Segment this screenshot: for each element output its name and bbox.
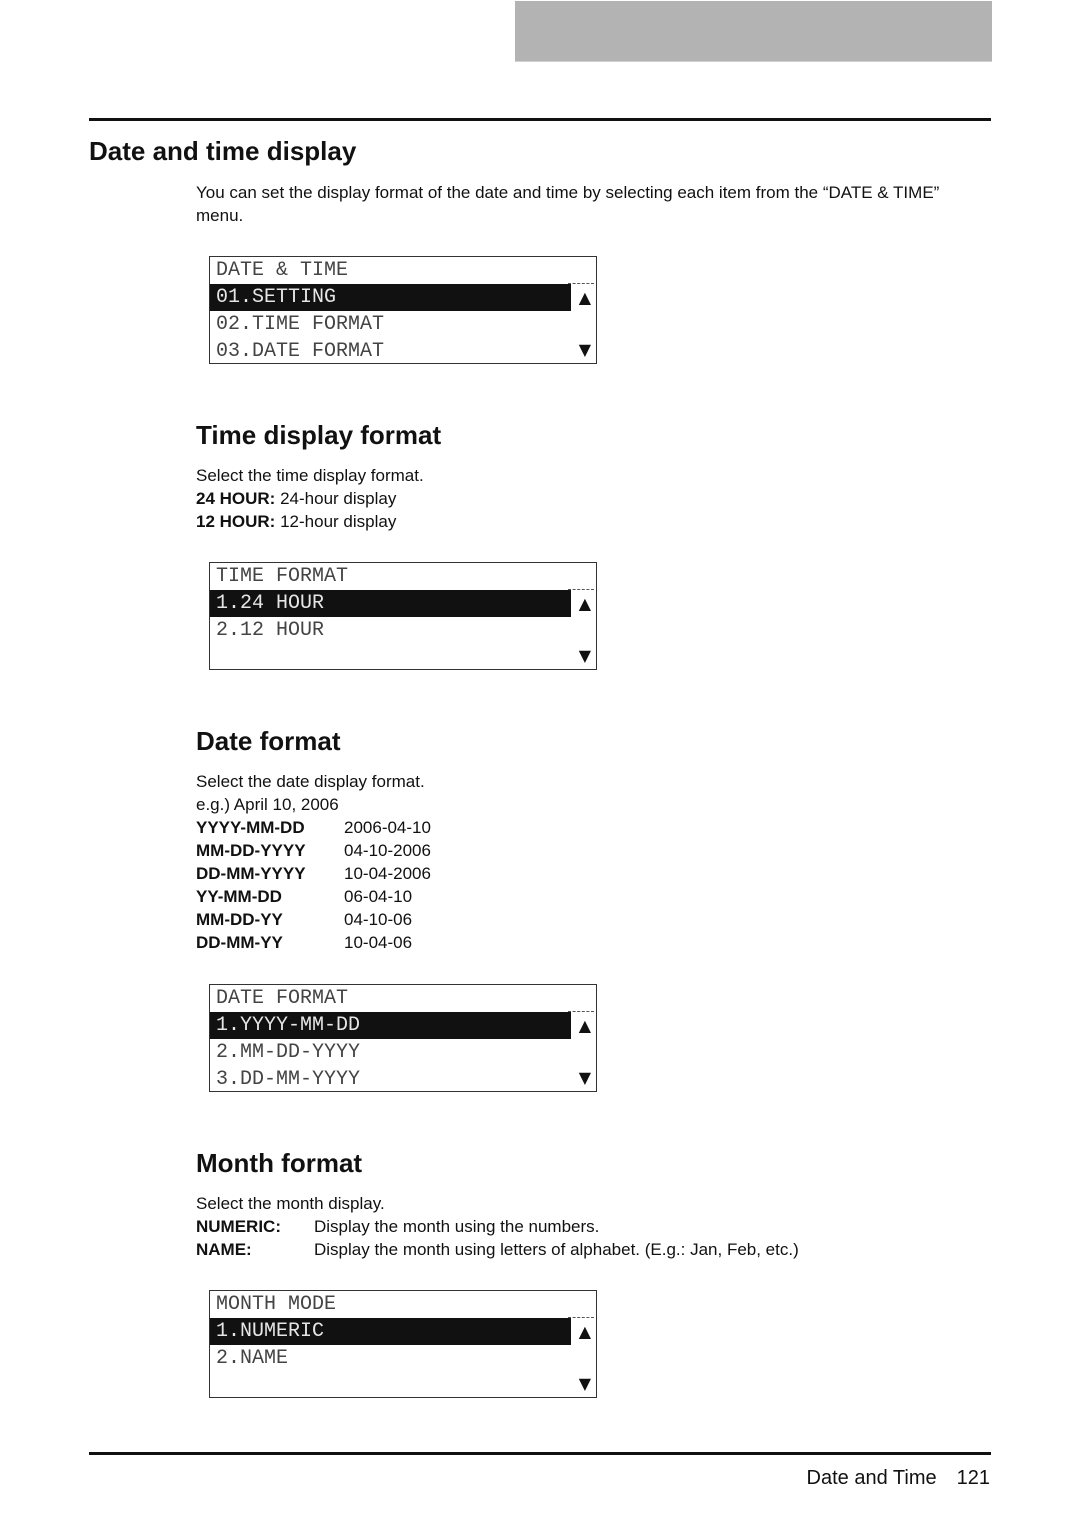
lcd-title: MONTH MODE [216,1293,337,1316]
lcd-row[interactable]: 2.12 HOUR [210,617,324,644]
lcd-row[interactable]: 2.NAME [210,1345,288,1372]
lcd-date-time-menu: DATE & TIME 01.SETTING 02.TIME FORMAT 03… [209,256,597,364]
lcd-row[interactable]: 3.DD-MM-YYYY [210,1066,360,1093]
item-key: MM-DD-YY [196,910,283,929]
lcd-row[interactable]: 02.TIME FORMAT [210,311,384,338]
section-title-time-display-format: Time display format [196,420,442,450]
item-value: 06-04-10 [344,887,413,906]
date-format-item: DD-MM-YYYY 10-04-2006 [196,862,431,885]
page-number: 121 [956,1467,990,1489]
lcd-title: TIME FORMAT [216,565,349,588]
month-format-item: NUMERIC: Display the month using the numb… [196,1215,599,1238]
lcd-title: DATE & TIME [216,259,349,282]
footer-section: Date and Time [806,1467,937,1489]
chapter-tab [515,1,992,62]
item-key: 12 HOUR: [196,512,276,531]
month-format-desc: Select the month display. [196,1194,385,1213]
item-key: MM-DD-YYYY [196,841,306,860]
lcd-row [210,1372,216,1399]
scroll-up-icon[interactable]: ▲ [579,1016,591,1035]
date-format-item: YY-MM-DD 06-04-10 [196,885,412,908]
lcd-row[interactable]: 2.MM-DD-YYYY [210,1039,360,1066]
section-title-month-format: Month format [196,1148,363,1178]
lcd-row[interactable]: 03.DATE FORMAT [210,338,384,365]
lcd-row-selected[interactable]: 1.YYYY-MM-DD [210,1012,571,1039]
lcd-divider [568,283,594,284]
header-rule [89,118,991,121]
intro-text: You can set the display format of the da… [196,183,940,225]
scroll-up-icon[interactable]: ▲ [579,1322,591,1341]
lcd-row-selected[interactable]: 1.24 HOUR [210,590,571,617]
date-format-item: MM-DD-YY 04-10-06 [196,908,412,931]
item-key: YY-MM-DD [196,887,282,906]
date-format-example: e.g.) April 10, 2006 [196,795,339,814]
date-format-item: YYYY-MM-DD 2006-04-10 [196,816,431,839]
date-format-desc: Select the date display format. [196,772,425,791]
item-key: 24 HOUR: [196,489,276,508]
item-value: Display the month using the numbers. [314,1217,600,1236]
lcd-time-format: TIME FORMAT 1.24 HOUR 2.12 HOUR ▲ ▼ [209,562,597,670]
time-format-item: 12 HOUR: 12-hour display [196,510,396,533]
item-value: 10-04-06 [344,933,413,952]
scroll-up-icon[interactable]: ▲ [579,594,591,613]
item-key: DD-MM-YYYY [196,864,306,883]
lcd-month-mode: MONTH MODE 1.NUMERIC 2.NAME ▲ ▼ [209,1290,597,1398]
lcd-title: DATE FORMAT [216,987,349,1010]
item-value: 04-10-2006 [344,841,431,860]
item-key: YYYY-MM-DD [196,818,305,837]
section-title-date-format: Date format [196,726,341,756]
date-format-item: DD-MM-YY 10-04-06 [196,931,412,954]
scroll-down-icon[interactable]: ▼ [579,1068,591,1087]
item-value: 10-04-2006 [344,864,431,883]
month-format-item: NAME: Display the month using letters of … [196,1238,799,1261]
item-value: 24-hour display [280,489,397,508]
lcd-row-selected[interactable]: 01.SETTING [210,284,571,311]
item-key: NAME: [196,1240,252,1259]
item-value: 04-10-06 [344,910,413,929]
scroll-up-icon[interactable]: ▲ [579,288,591,307]
lcd-row [210,644,216,671]
footer: Date and Time 121 [787,1467,990,1490]
scroll-down-icon[interactable]: ▼ [579,646,591,665]
item-key: NUMERIC: [196,1217,281,1236]
time-format-desc: Select the time display format. [196,466,424,485]
date-format-item: MM-DD-YYYY 04-10-2006 [196,839,431,862]
section-title-date-time-display: Date and time display [89,136,357,166]
time-format-item: 24 HOUR: 24-hour display [196,487,396,510]
lcd-divider [568,1317,594,1318]
lcd-divider [568,589,594,590]
item-value: 12-hour display [280,512,397,531]
item-value: 2006-04-10 [344,818,431,837]
lcd-date-format: DATE FORMAT 1.YYYY-MM-DD 2.MM-DD-YYYY 3.… [209,984,597,1092]
item-value: Display the month using letters of alpha… [314,1240,799,1259]
lcd-divider [568,1011,594,1012]
lcd-row-selected[interactable]: 1.NUMERIC [210,1318,571,1345]
scroll-down-icon[interactable]: ▼ [579,340,591,359]
item-key: DD-MM-YY [196,933,283,952]
scroll-down-icon[interactable]: ▼ [579,1374,591,1393]
footer-rule [89,1452,991,1455]
